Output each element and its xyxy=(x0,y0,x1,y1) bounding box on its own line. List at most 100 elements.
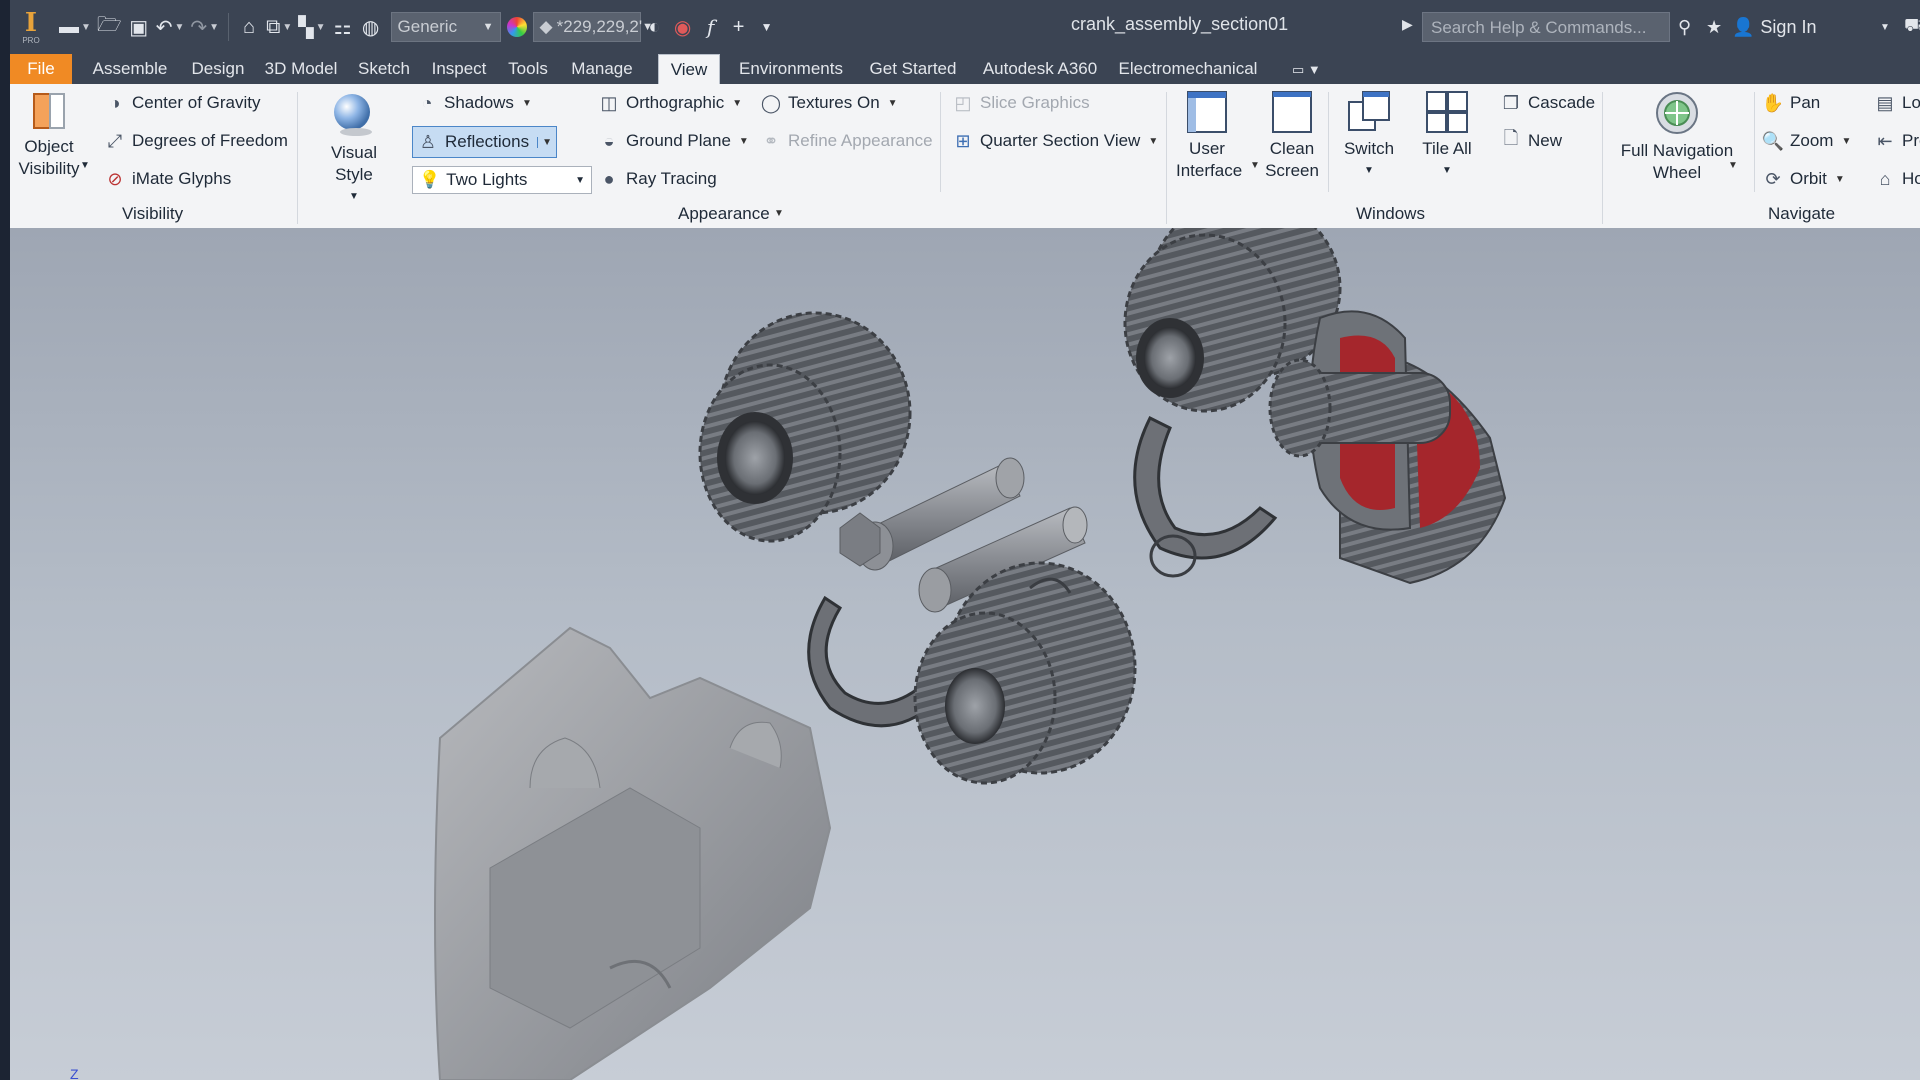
tab-sketch[interactable]: Sketch xyxy=(348,54,420,84)
bearing-shell-right[interactable] xyxy=(1133,415,1278,578)
ribbon-display-options-button[interactable]: ▭ ▼ xyxy=(1292,62,1321,78)
tile-all-button[interactable]: Tile All ▼ xyxy=(1416,90,1478,182)
orbit-label: Orbit xyxy=(1790,169,1827,188)
center-of-gravity-button[interactable]: ◑ Center of Gravity xyxy=(104,92,261,114)
customize-qat-button[interactable]: ▼ xyxy=(753,12,781,42)
new-window-button[interactable]: 🗋 New xyxy=(1500,128,1562,152)
full-navigation-wheel-button[interactable]: Full Navigation Wheel xyxy=(1612,90,1742,184)
redo-button[interactable]: ↷ ▼ xyxy=(187,12,222,42)
quarter-section-view-button[interactable]: ⊞ Quarter Section View ▼ xyxy=(952,130,1158,152)
clear-override-button[interactable]: ◉ xyxy=(669,12,697,42)
ray-tracing-button[interactable]: ● Ray Tracing xyxy=(598,168,717,190)
zoom-button[interactable]: 🔍 Zoom ▼ xyxy=(1762,130,1852,152)
tab-design[interactable]: Design xyxy=(182,54,254,84)
crank-housing-section[interactable] xyxy=(434,626,832,1080)
chevron-down-icon[interactable]: ▼ xyxy=(174,22,184,33)
visual-style-button[interactable]: Visual Style ▼ xyxy=(310,90,398,208)
new-file-button[interactable]: ▬ ▼ xyxy=(56,12,94,42)
clean-screen-button[interactable]: Clean Screen xyxy=(1264,90,1320,182)
tab-file[interactable]: File xyxy=(10,54,72,84)
graphics-viewport[interactable]: Z xyxy=(10,228,1920,1080)
object-visibility-button[interactable]: Object Visibility xyxy=(18,90,80,180)
orthographic-button[interactable]: ◫ Orthographic ▼ xyxy=(598,92,742,114)
imate-glyphs-button[interactable]: ⊘ iMate Glyphs xyxy=(104,168,231,190)
object-visibility-dropdown[interactable]: ▼ xyxy=(80,160,90,171)
tab-autodesk-a360[interactable]: Autodesk A360 xyxy=(972,54,1108,84)
chevron-down-icon: ▼ xyxy=(1307,62,1321,77)
sign-in-button[interactable]: 👤 Sign In xyxy=(1732,12,1816,42)
search-input[interactable]: Search Help & Commands... xyxy=(1422,12,1670,42)
style-combo[interactable]: Generic ▼ xyxy=(390,12,501,42)
chevron-down-icon[interactable]: ▼ xyxy=(739,136,749,147)
tab-manage[interactable]: Manage xyxy=(562,54,642,84)
user-interface-dropdown-icon[interactable]: ▼ xyxy=(1250,160,1260,171)
lighting-style-select[interactable]: 💡 Two Lights ▼ xyxy=(412,166,592,194)
open-button[interactable]: 🗁 xyxy=(94,12,125,42)
look-at-button[interactable]: ▤ Loo xyxy=(1874,92,1920,114)
previous-view-icon: ⇤ xyxy=(1877,130,1893,151)
degrees-of-freedom-icon: ⤢ xyxy=(107,130,123,151)
navigation-wheel-dropdown-icon[interactable]: ▼ xyxy=(1728,160,1738,171)
tab-get-started[interactable]: Get Started xyxy=(858,54,968,84)
update-button[interactable]: ⧉ ▼ xyxy=(263,12,295,42)
home-button[interactable]: ⌂ xyxy=(235,12,263,42)
ground-plane-button[interactable]: ◒ Ground Plane ▼ xyxy=(598,130,749,152)
select-button[interactable]: ▚ ▼ xyxy=(295,12,328,42)
chevron-down-icon[interactable]: ▼ xyxy=(732,98,742,109)
tab-view[interactable]: View xyxy=(658,54,720,84)
chevron-down-icon[interactable]: ▼ xyxy=(522,98,532,109)
save-button[interactable]: ▣ xyxy=(125,12,153,42)
switch-button[interactable]: Switch ▼ xyxy=(1338,90,1400,182)
tab-inspect[interactable]: Inspect xyxy=(424,54,494,84)
home-view-button[interactable]: ⌂ Ho xyxy=(1874,168,1920,190)
spur-gear-1[interactable] xyxy=(698,311,912,543)
pan-button[interactable]: ✋ Pan xyxy=(1762,92,1820,114)
measure-button[interactable]: ⚏ xyxy=(329,12,357,42)
app-logo[interactable]: I PRO xyxy=(16,7,46,47)
full-nav-label-1: Full Navigation xyxy=(1620,141,1734,160)
chevron-down-icon[interactable]: ▼ xyxy=(316,22,326,33)
shadows-label: Shadows xyxy=(444,93,514,112)
material-button[interactable]: ◍ xyxy=(357,12,385,42)
search-binoculars-button[interactable]: ⚲ xyxy=(1678,12,1691,42)
previous-view-button[interactable]: ⇤ Pre xyxy=(1874,130,1920,152)
chevron-down-icon[interactable]: ▼ xyxy=(310,186,398,208)
favorites-button[interactable]: ★ xyxy=(1706,12,1722,42)
chevron-down-icon[interactable]: ▼ xyxy=(1841,136,1851,147)
chevron-down-icon[interactable]: ▼ xyxy=(282,22,292,33)
chevron-down-icon[interactable]: ▼ xyxy=(1835,174,1845,185)
reflections-button[interactable]: ♙ Reflections ▼ xyxy=(412,126,558,158)
undo-button[interactable]: ↶ ▼ xyxy=(153,12,188,42)
cascade-button[interactable]: ❐ Cascade xyxy=(1500,92,1595,114)
degrees-of-freedom-label: Degrees of Freedom xyxy=(132,131,288,150)
tab-assemble[interactable]: Assemble xyxy=(82,54,178,84)
chevron-down-icon[interactable]: ▼ xyxy=(888,98,898,109)
object-visibility-icon xyxy=(33,93,65,129)
fx-parameters-button[interactable]: f xyxy=(697,12,725,42)
add-button[interactable]: + xyxy=(725,12,753,42)
appearance-color-icon[interactable] xyxy=(506,17,527,37)
chevron-down-icon[interactable]: ▼ xyxy=(1416,160,1478,182)
color-override-combo[interactable]: ◆ *229,229,2' ▼ xyxy=(532,12,653,42)
help-cart-button[interactable]: ⛟ xyxy=(1904,12,1920,42)
user-interface-button[interactable]: User Interface xyxy=(1176,90,1242,182)
tab-electromechanical[interactable]: Electromechanical xyxy=(1112,54,1264,84)
orbit-button[interactable]: ⟳ Orbit ▼ xyxy=(1762,168,1845,190)
account-menu-button[interactable]: ▼ xyxy=(1880,12,1890,42)
reflections-dropdown-icon[interactable]: ▼ xyxy=(537,136,552,148)
tab-environments[interactable]: Environments xyxy=(728,54,854,84)
chevron-down-icon[interactable]: ▼ xyxy=(81,22,91,33)
tab-tools[interactable]: Tools xyxy=(498,54,558,84)
appearance-panel-expand-icon[interactable]: ▼ xyxy=(774,208,784,219)
expand-search-icon[interactable]: ▶ xyxy=(1402,16,1413,33)
degrees-of-freedom-button[interactable]: ⤢ Degrees of Freedom xyxy=(104,130,288,152)
folder-icon: 🗁 xyxy=(96,14,122,36)
chevron-down-icon[interactable]: ▼ xyxy=(1148,136,1158,147)
chevron-down-icon[interactable]: ▼ xyxy=(209,22,219,33)
textures-on-button[interactable]: ◯ Textures On ▼ xyxy=(760,92,898,114)
tab-3d-model[interactable]: 3D Model xyxy=(258,54,344,84)
shadows-button[interactable]: ◔ Shadows ▼ xyxy=(416,92,532,114)
chevron-down-icon[interactable]: ▼ xyxy=(1338,160,1400,182)
reflections-icon: ♙ xyxy=(419,131,437,152)
adjust-button[interactable]: ◐ xyxy=(641,12,669,42)
